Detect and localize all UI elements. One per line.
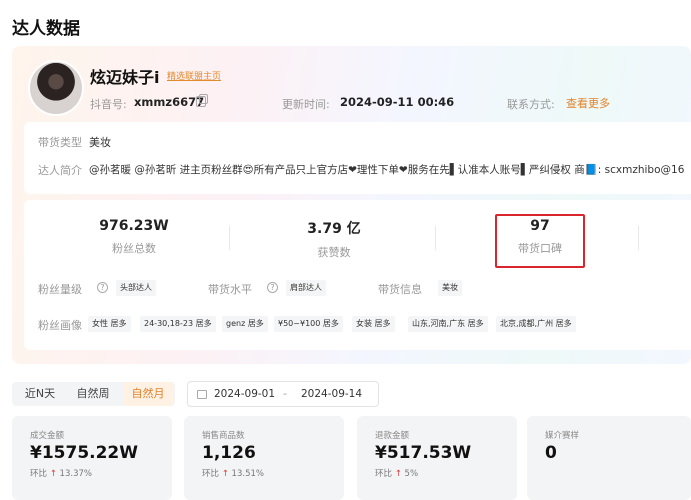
ratio-label: 环比 <box>202 469 220 479</box>
date-range-picker[interactable]: 2024-09-01 - 2024-09-14 <box>187 381 379 407</box>
ratio-value: 5% <box>404 469 419 479</box>
metric-card-gmv[interactable]: 成交金额 ¥1575.22W 环比 ↑ 13.37% <box>12 416 172 500</box>
ratio-value: 13.51% <box>231 469 264 479</box>
copy-icon[interactable] <box>196 94 208 107</box>
ratio-value: 13.37% <box>59 469 92 479</box>
stat-likes: 3.79 亿 获赞数 <box>274 200 394 260</box>
creator-profile-card: 炫迈妹子i 精选联盟主页 抖音号: xmmz6677 更新时间: 2024-09… <box>12 46 691 364</box>
bio-label: 达人简介 <box>38 164 82 177</box>
ratio-label: 环比 <box>375 469 393 479</box>
ratio-label: 环比 <box>30 469 48 479</box>
arrow-up-icon: ↑ <box>394 469 402 479</box>
date-start[interactable]: 2024-09-01 <box>214 388 275 400</box>
fan-level-label: 粉丝量级 <box>38 283 82 296</box>
metric-ratio: 环比 ↑ 13.51% <box>202 467 264 479</box>
fan-profile-chip: 女性 居多 <box>88 316 131 332</box>
join-link[interactable]: 精选联盟主页 <box>167 69 221 82</box>
sales-level-chip: 肩部达人 <box>286 280 326 296</box>
fan-profile-label: 粉丝画像 <box>38 319 82 332</box>
stat-fans-label: 粉丝总数 <box>112 242 156 255</box>
fan-profile-chip: 女装 居多 <box>352 316 395 332</box>
metric-value: 0 <box>545 443 557 463</box>
metric-card-refund[interactable]: 退款金额 ¥517.53W 环比 ↑ 5% <box>357 416 517 500</box>
arrow-up-icon: ↑ <box>49 469 57 479</box>
sales-level-label: 带货水平 <box>208 283 252 296</box>
page-title: 达人数据 <box>12 19 80 39</box>
tab-last-n-days[interactable]: 近N天 <box>16 382 64 406</box>
stat-fans-value: 976.23W <box>99 218 169 234</box>
bio-value: @孙茗暖 @孙茗昕 进主页粉丝群😍所有产品只上官方店❤理性下单❤服务在先▌认准本… <box>89 164 685 176</box>
tab-natural-week[interactable]: 自然周 <box>68 382 118 406</box>
metric-ratio: 环比 ↑ 13.37% <box>30 467 92 479</box>
creator-info-panel: 带货类型 美妆 达人简介 @孙茗暖 @孙茗昕 进主页粉丝群😍所有产品只上官方店❤… <box>24 122 691 194</box>
date-range-tabs: 近N天 自然周 自然月 <box>12 382 175 406</box>
metric-label: 成交金额 <box>30 431 65 441</box>
stat-likes-label: 获赞数 <box>317 246 351 259</box>
metric-card-items-sold[interactable]: 销售商品数 1,126 环比 ↑ 13.51% <box>184 416 344 500</box>
account-label: 抖音号: <box>90 98 127 111</box>
update-label: 更新时间: <box>282 98 330 111</box>
help-icon[interactable]: ? <box>267 282 278 293</box>
fan-profile-chip: genz 居多 <box>222 316 268 332</box>
sales-info-label: 带货信息 <box>378 283 422 296</box>
date-end[interactable]: 2024-09-14 <box>301 388 362 400</box>
metric-label: 销售商品数 <box>202 431 245 441</box>
metric-card-media[interactable]: 媒介赛样 0 <box>527 416 691 500</box>
metric-label: 退款金额 <box>375 431 410 441</box>
contact-more-link[interactable]: 查看更多 <box>566 95 610 111</box>
account-value: xmmz6677 <box>134 95 205 109</box>
creator-name: 炫迈妹子i <box>90 68 160 87</box>
calendar-icon <box>197 390 207 399</box>
date-separator: - <box>283 387 287 400</box>
fan-profile-chip: ¥50~¥100 居多 <box>274 316 343 332</box>
tab-natural-month[interactable]: 自然月 <box>123 382 173 406</box>
stat-divider <box>229 226 230 250</box>
category-label: 带货类型 <box>38 136 82 149</box>
fan-profile-chip: 山东,河南,广东 居多 <box>408 316 488 332</box>
reputation-highlight-box <box>495 214 585 268</box>
fan-profile-chip: 北京,成都,广州 居多 <box>496 316 576 332</box>
metric-ratio: 环比 ↑ 5% <box>375 467 418 479</box>
metric-value: ¥1575.22W <box>30 443 139 463</box>
sales-info-chip: 美妆 <box>438 280 462 296</box>
contact-label: 联系方式: <box>507 98 555 111</box>
stat-divider <box>435 226 436 250</box>
fan-profile-chip: 24-30,18-23 居多 <box>140 316 216 332</box>
update-value: 2024-09-11 00:46 <box>340 95 455 109</box>
fan-level-chip: 头部达人 <box>116 280 156 296</box>
metric-value: 1,126 <box>202 443 256 463</box>
category-value: 美妆 <box>89 136 111 149</box>
stats-panel: 976.23W 粉丝总数 3.79 亿 获赞数 97 带货口碑 粉丝量级 ? 头… <box>24 200 691 350</box>
stat-likes-value: 3.79 亿 <box>307 221 361 237</box>
metric-value: ¥517.53W <box>375 443 472 463</box>
creator-avatar[interactable] <box>28 60 84 116</box>
stat-fans: 976.23W 粉丝总数 <box>74 200 194 256</box>
metric-label: 媒介赛样 <box>545 431 580 441</box>
help-icon[interactable]: ? <box>97 282 108 293</box>
stat-divider <box>638 226 639 250</box>
arrow-up-icon: ↑ <box>221 469 229 479</box>
